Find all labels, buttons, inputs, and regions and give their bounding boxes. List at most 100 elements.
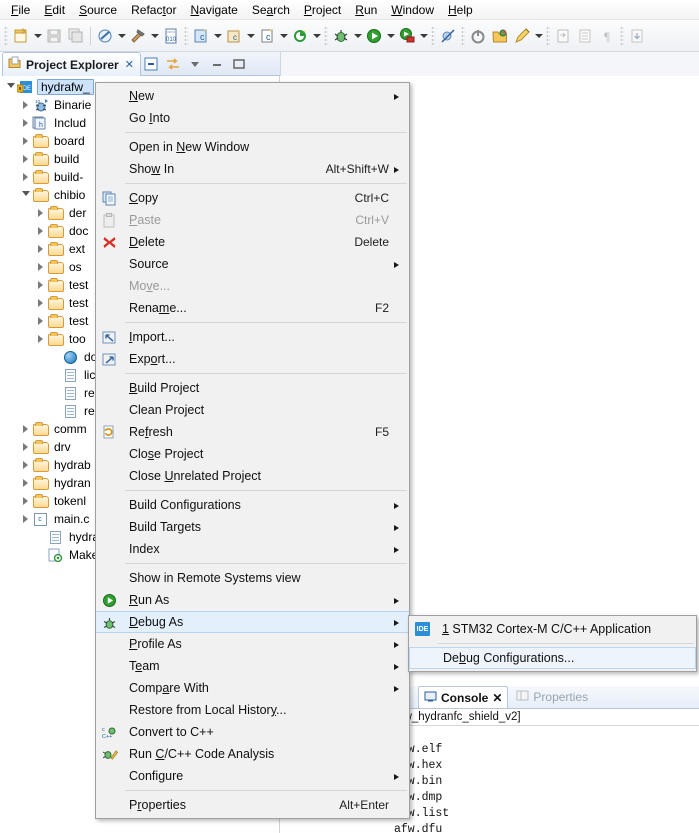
save-all-icon[interactable] [65, 25, 87, 47]
build-all-icon[interactable] [94, 25, 116, 47]
paragraph-mark-icon[interactable]: ¶ [596, 25, 618, 47]
menubar-item-project[interactable]: Project [297, 1, 348, 19]
new-file-icon[interactable] [10, 25, 32, 47]
menu-item-build-project[interactable]: Build Project [96, 377, 409, 399]
tree-twisty-expanded-icon[interactable] [20, 186, 31, 204]
save-icon[interactable] [43, 25, 65, 47]
tree-twisty-collapsed-icon[interactable] [20, 510, 31, 528]
menu-item-open-in-new-window[interactable]: Open in New Window [96, 136, 409, 158]
tree-twisty-collapsed-icon[interactable] [20, 168, 31, 186]
menubar-item-run[interactable]: Run [348, 1, 384, 19]
toolbar-grip-7[interactable] [620, 25, 624, 46]
menu-item-debug-configurations[interactable]: Debug Configurations... [409, 647, 696, 669]
run-last-tool-icon[interactable] [396, 25, 418, 47]
restore-icon[interactable] [626, 25, 648, 47]
run-dropdown-icon[interactable] [385, 25, 396, 47]
menu-item-run-c-c-code-analysis[interactable]: Run C/C++ Code Analysis [96, 743, 409, 765]
toolbar-grip-4[interactable] [431, 25, 435, 46]
new-c-class-dropdown-icon[interactable] [245, 25, 256, 47]
toolbar-grip-2[interactable] [184, 25, 188, 46]
tree-twisty-collapsed-icon[interactable] [35, 330, 46, 348]
tree-twisty-collapsed-icon[interactable] [35, 294, 46, 312]
menu-item-rename[interactable]: Rename... F2 [96, 297, 409, 319]
tree-twisty-collapsed-icon[interactable] [20, 438, 31, 456]
binary-010-icon[interactable]: 010 [160, 25, 182, 47]
tree-twisty-expanded-icon[interactable] [5, 78, 16, 96]
menu-item-configure[interactable]: Configure [96, 765, 409, 787]
open-folder-icon[interactable] [489, 25, 511, 47]
tab-project-explorer[interactable]: Project Explorer ✕ [2, 52, 141, 76]
menubar-item-refactor[interactable]: Refactor [124, 1, 183, 19]
run-icon[interactable] [363, 25, 385, 47]
menubar-item-source[interactable]: Source [72, 1, 124, 19]
build-all-dropdown-icon[interactable] [116, 25, 127, 47]
menu-item-convert-to-c[interactable]: c C++ Convert to C++ [96, 721, 409, 743]
tree-twisty-collapsed-icon[interactable] [20, 456, 31, 474]
new-c-source-dropdown-icon[interactable] [278, 25, 289, 47]
tree-twisty-collapsed-icon[interactable] [20, 150, 31, 168]
menu-item-close-unrelated-project[interactable]: Close Unrelated Project [96, 465, 409, 487]
run-last-tool-dropdown-icon[interactable] [418, 25, 429, 47]
tree-twisty-collapsed-icon[interactable] [35, 222, 46, 240]
menu-item-build-configurations[interactable]: Build Configurations [96, 494, 409, 516]
menubar-item-file[interactable]: File [4, 1, 37, 19]
menu-item-index[interactable]: Index [96, 538, 409, 560]
menu-item-properties[interactable]: Properties Alt+Enter [96, 794, 409, 816]
tree-twisty-collapsed-icon[interactable] [20, 420, 31, 438]
new-file-dropdown-icon[interactable] [32, 25, 43, 47]
toolbar-grip-5[interactable] [461, 25, 465, 46]
tree-twisty-collapsed-icon[interactable] [20, 114, 31, 132]
menu-item-source[interactable]: Source [96, 253, 409, 275]
tree-twisty-collapsed-icon[interactable] [35, 204, 46, 222]
tree-twisty-collapsed-icon[interactable] [35, 312, 46, 330]
console-output[interactable]: afw_hydranfc_shield_v2] afw.elf afw.hex af… [392, 709, 699, 833]
tree-twisty-collapsed-icon[interactable] [35, 240, 46, 258]
menu-item-delete[interactable]: Delete Delete [96, 231, 409, 253]
menu-item-build-targets[interactable]: Build Targets [96, 516, 409, 538]
menu-item-show-in[interactable]: Show In Alt+Shift+W [96, 158, 409, 180]
menubar-item-window[interactable]: Window [384, 1, 441, 19]
tree-twisty-collapsed-icon[interactable] [35, 258, 46, 276]
tree-twisty-collapsed-icon[interactable] [20, 132, 31, 150]
new-c-project-dropdown-icon[interactable] [212, 25, 223, 47]
debug-dropdown-icon[interactable] [352, 25, 363, 47]
debug-bug-icon[interactable] [330, 25, 352, 47]
menubar-item-navigate[interactable]: Navigate [183, 1, 244, 19]
menu-item-stm32-cortex-m-application[interactable]: IDE 1 STM32 Cortex-M C/C++ Application [409, 618, 696, 640]
tree-twisty-collapsed-icon[interactable] [20, 492, 31, 510]
menu-item-profile-as[interactable]: Profile As [96, 633, 409, 655]
menu-item-restore-from-local-history[interactable]: Restore from Local History... [96, 699, 409, 721]
menu-item-clean-project[interactable]: Clean Project [96, 399, 409, 421]
menu-item-import[interactable]: Import... [96, 326, 409, 348]
project-context-menu[interactable]: New Go Into Open in New Window Show In Alt+S… [95, 82, 410, 819]
menu-item-go-into[interactable]: Go Into [96, 107, 409, 129]
new-c-class-icon[interactable]: c [223, 25, 245, 47]
menu-item-debug-as[interactable]: Debug As [96, 611, 409, 633]
menu-item-new[interactable]: New [96, 85, 409, 107]
menubar-item-edit[interactable]: Edit [37, 1, 72, 19]
menu-item-refresh[interactable]: Refresh F5 [96, 421, 409, 443]
close-icon[interactable]: ✕ [492, 691, 502, 705]
tab-console[interactable]: Console ✕ [418, 686, 509, 708]
toolbar-grip[interactable] [4, 25, 8, 46]
git-icon[interactable] [289, 25, 311, 47]
menu-item-run-as[interactable]: Run As [96, 589, 409, 611]
pencil-dropdown-icon[interactable] [533, 25, 544, 47]
tab-properties[interactable]: Properties [511, 686, 593, 708]
build-hammer-icon[interactable] [127, 25, 149, 47]
tree-twisty-collapsed-icon[interactable] [35, 276, 46, 294]
toolbar-grip-3[interactable] [324, 25, 328, 46]
git-dropdown-icon[interactable] [311, 25, 322, 47]
menu-item-close-project[interactable]: Close Project [96, 443, 409, 465]
menu-item-show-in-remote-systems-view[interactable]: Show in Remote Systems view [96, 567, 409, 589]
terminate-icon[interactable] [467, 25, 489, 47]
close-icon[interactable]: ✕ [125, 58, 134, 71]
pencil-edit-icon[interactable] [511, 25, 533, 47]
menu-item-compare-with[interactable]: Compare With [96, 677, 409, 699]
menubar-item-search[interactable]: Search [245, 1, 297, 19]
menu-item-export[interactable]: Export... [96, 348, 409, 370]
menubar-item-help[interactable]: Help [441, 1, 480, 19]
debug-as-submenu[interactable]: IDE 1 STM32 Cortex-M C/C++ Application D… [408, 615, 697, 672]
tree-twisty-collapsed-icon[interactable] [20, 96, 31, 114]
new-c-project-icon[interactable]: c [190, 25, 212, 47]
